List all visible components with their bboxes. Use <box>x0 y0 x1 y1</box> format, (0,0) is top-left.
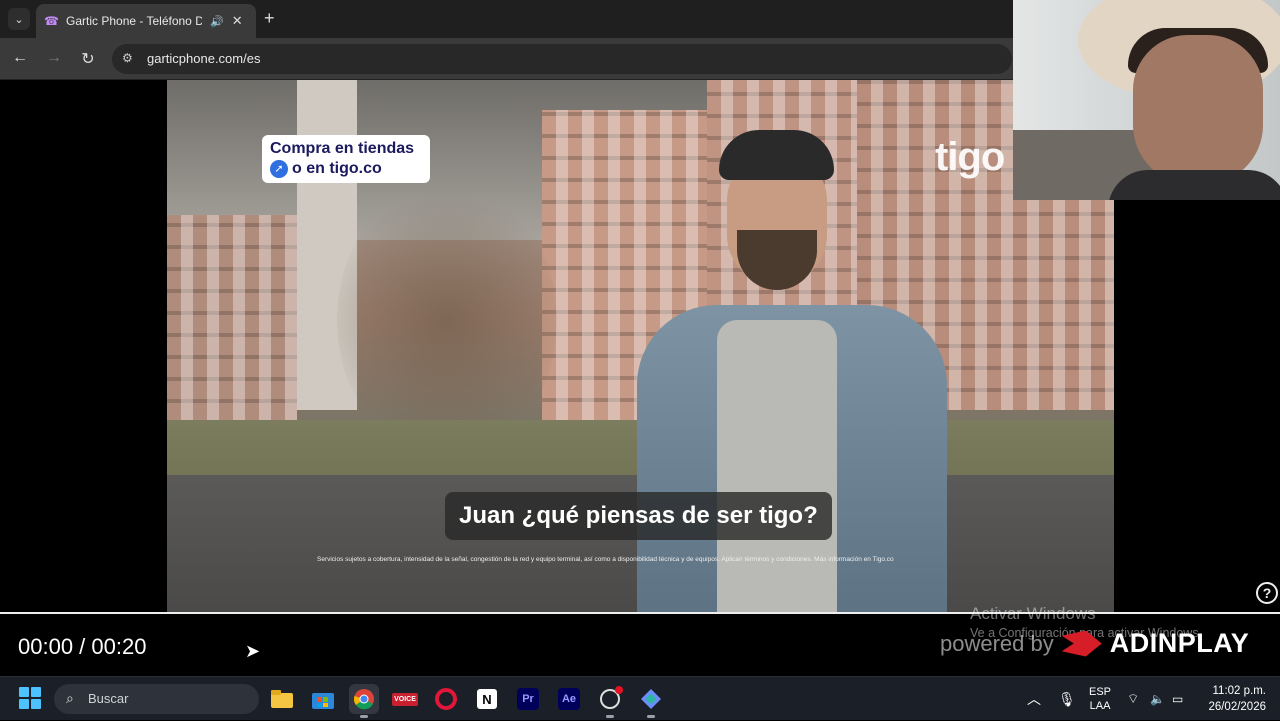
battery-icon[interactable]: ▭ <box>1172 677 1183 721</box>
webcam-overlay <box>1013 0 1280 200</box>
language-line1: ESP <box>1089 686 1112 698</box>
search-placeholder: Buscar <box>88 691 129 706</box>
opera-icon[interactable] <box>431 684 461 714</box>
tab-search-button[interactable]: ⌄ <box>8 8 30 30</box>
notion-icon[interactable]: N <box>472 684 502 714</box>
gartic-phone-favicon-icon: ☎ <box>44 14 59 28</box>
time-display: 00:00 / 00:20 <box>18 634 147 659</box>
video-subtitle: Juan ¿qué piensas de ser tigo? <box>445 492 832 540</box>
language-line2: LAA <box>1089 700 1111 712</box>
after-effects-icon[interactable]: Ae <box>554 684 584 714</box>
show-hidden-icons-chevron-up-icon[interactable]: ︿ <box>1027 677 1041 721</box>
premiere-pro-icon[interactable]: Pr <box>513 684 543 714</box>
clock-time: 11:02 p.m. <box>1212 685 1267 697</box>
adinplay-name: ADINPLAY <box>1109 628 1250 658</box>
tab-gartic-phone[interactable]: ☎ Gartic Phone - Teléfono De 🔊 ✕ <box>36 4 256 38</box>
microsoft-store-icon[interactable] <box>308 684 338 714</box>
activation-title: Activar Windows <box>970 604 1096 623</box>
site-info-icon[interactable]: ⚙ <box>122 51 133 65</box>
tigo-logo: tigo <box>935 135 1005 179</box>
speaker-icon[interactable]: 🔊 <box>210 15 224 28</box>
powered-by-label: powered by <box>940 630 1054 656</box>
promo-badge: Compra en tiendas ➚ o en tigo.co <box>262 135 430 183</box>
new-tab-button[interactable]: + <box>264 9 275 27</box>
forward-button[interactable]: → <box>44 49 64 67</box>
tree <box>337 180 557 460</box>
chrome-icon[interactable] <box>349 684 379 718</box>
wifi-icon[interactable]: ⌔ <box>1127 677 1139 721</box>
adinplay-logo-icon <box>1061 630 1102 657</box>
microphone-icon[interactable]: 🎙 <box>1058 677 1076 721</box>
language-indicator[interactable]: ESP LAA <box>1089 677 1111 721</box>
legal-disclaimer: Servicios sujetos a cobertura, intensida… <box>317 556 894 563</box>
volume-icon[interactable]: 🔈 <box>1150 677 1165 721</box>
close-icon[interactable]: ✕ <box>232 13 243 29</box>
voicemeeter-icon[interactable]: VOICE <box>390 684 420 714</box>
rocket-icon: ➚ <box>270 160 288 178</box>
address-bar[interactable]: ⚙ garticphone.com/es <box>112 44 1012 74</box>
url-text[interactable]: garticphone.com/es <box>147 51 260 66</box>
video-frame[interactable]: Compra en tiendas ➚ o en tigo.co tigo Ju… <box>167 80 1114 613</box>
back-button[interactable]: ← <box>10 49 30 67</box>
taskbar-search-input[interactable]: ⌕ Buscar <box>54 684 259 714</box>
windows-start-icon[interactable] <box>19 687 41 709</box>
search-icon: ⌕ <box>66 690 74 706</box>
tab-title: Gartic Phone - Teléfono De <box>66 14 202 28</box>
adinplay-branding[interactable]: powered by ADINPLAY <box>940 628 1249 659</box>
help-icon[interactable]: ? <box>1256 582 1278 604</box>
clock-date: 26/02/2026 <box>1208 701 1266 713</box>
promo-line1: Compra en tiendas <box>270 140 415 157</box>
promo-line2: o en tigo.co <box>292 160 382 177</box>
reload-button[interactable]: ↻ <box>78 49 98 69</box>
windows-taskbar: ⌕ Buscar VOICE N Pr Ae ︿ 🎙 ESP LAA ⌔ 🔈 ▭… <box>0 676 1280 720</box>
taskbar-clock[interactable]: 11:02 p.m. 26/02/2026 <box>1200 683 1266 715</box>
obs-icon[interactable] <box>595 684 625 718</box>
app-diamond-icon[interactable] <box>636 684 666 718</box>
file-explorer-icon[interactable] <box>267 684 297 714</box>
mouse-cursor-icon: ➤ <box>245 641 261 661</box>
webcam-person-face <box>1133 35 1263 185</box>
